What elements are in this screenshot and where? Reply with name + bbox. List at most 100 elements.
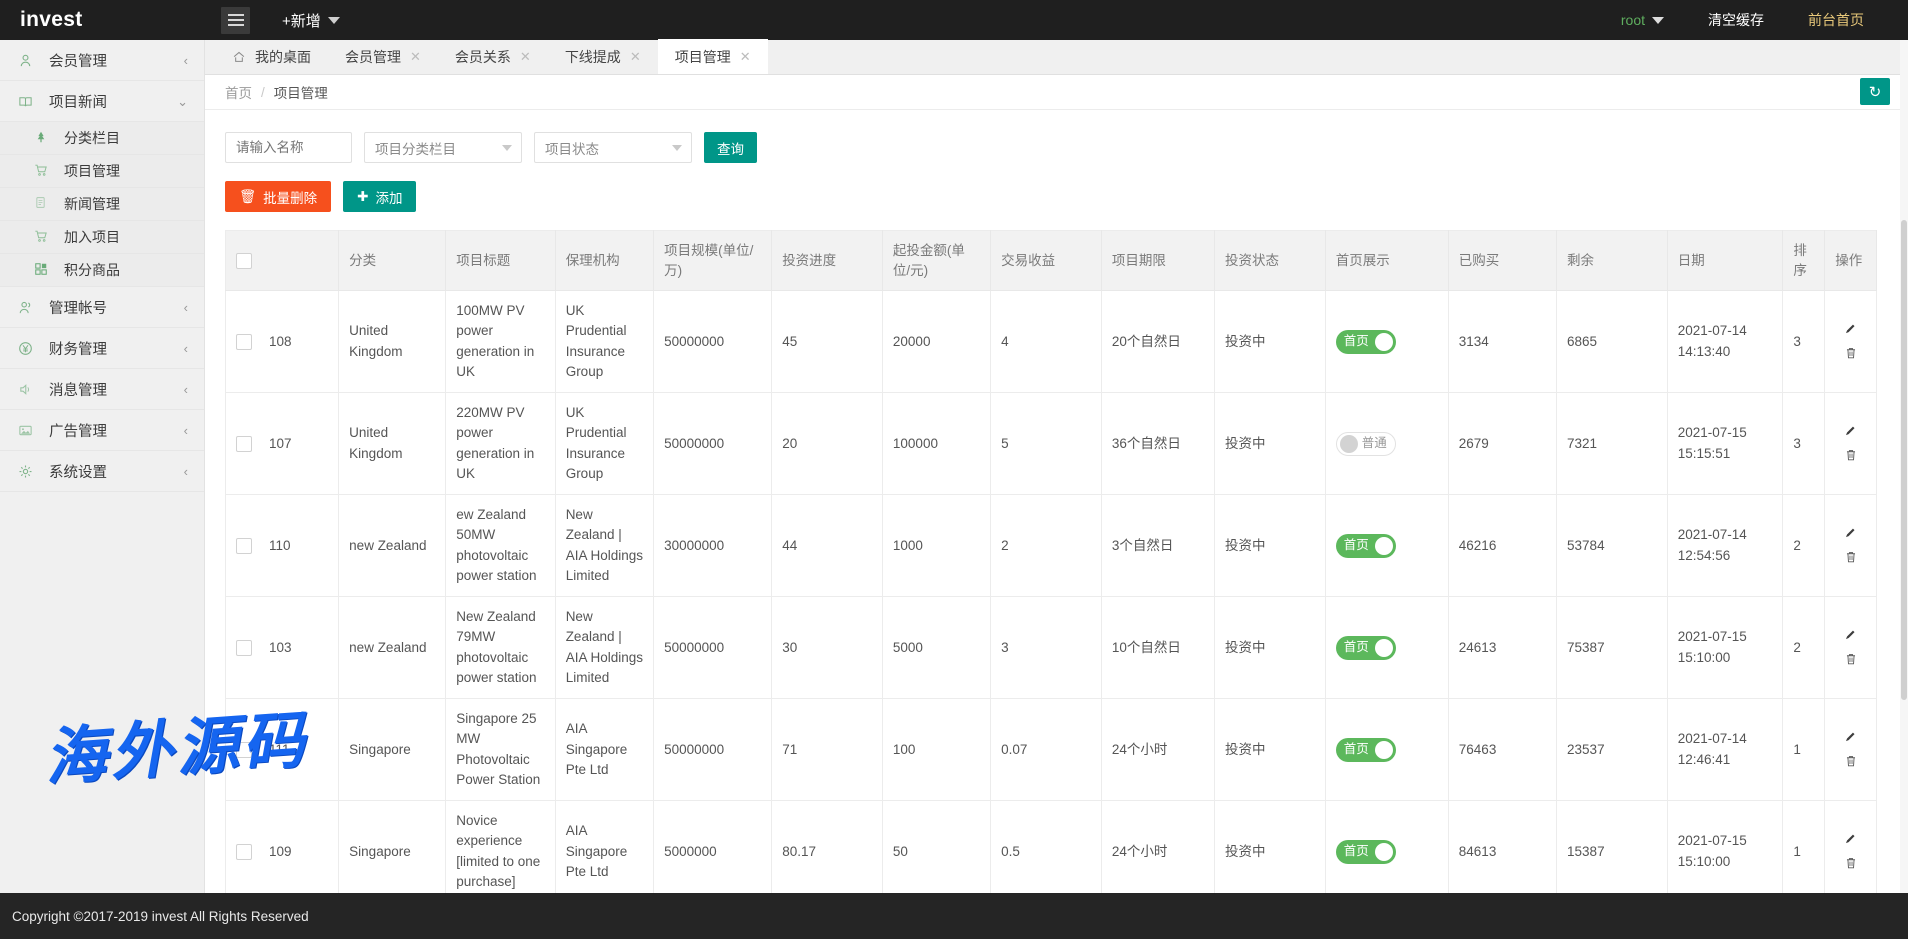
user-icon bbox=[18, 53, 40, 68]
category-select[interactable]: 项目分类栏目 bbox=[364, 132, 522, 163]
trash-icon[interactable] bbox=[1844, 856, 1858, 873]
row-purchased: 84613 bbox=[1448, 801, 1556, 893]
tab-label: 项目管理 bbox=[675, 47, 731, 67]
featured-toggle[interactable]: 首页 bbox=[1336, 534, 1396, 558]
user-menu[interactable]: root bbox=[1599, 12, 1686, 28]
tab-0[interactable]: 我的桌面 bbox=[215, 39, 328, 74]
row-min-amount: 20000 bbox=[882, 291, 990, 393]
sidebar-item-label: 广告管理 bbox=[49, 420, 107, 441]
sidebar-item-0[interactable]: 会员管理‹ bbox=[0, 40, 204, 81]
query-button[interactable]: 查询 bbox=[704, 132, 757, 163]
sidebar-item-label: 加入项目 bbox=[64, 227, 120, 247]
featured-toggle[interactable]: 首页 bbox=[1336, 738, 1396, 762]
close-icon[interactable]: ✕ bbox=[740, 50, 751, 63]
front-home-link[interactable]: 前台首页 bbox=[1786, 10, 1886, 30]
pencil-icon[interactable] bbox=[1843, 525, 1858, 543]
sidebar-item-label: 财务管理 bbox=[49, 338, 107, 359]
row-remaining: 7321 bbox=[1557, 393, 1668, 495]
featured-toggle[interactable]: 首页 bbox=[1336, 636, 1396, 660]
pencil-icon[interactable] bbox=[1843, 627, 1858, 645]
sidebar-item-9[interactable]: 消息管理‹ bbox=[0, 369, 204, 410]
trash-icon[interactable] bbox=[1844, 652, 1858, 669]
row-checkbox[interactable] bbox=[236, 334, 252, 350]
row-sort: 1 bbox=[1783, 699, 1825, 801]
clear-cache-button[interactable]: 清空缓存 bbox=[1686, 10, 1786, 30]
row-title: Novice experience [limited to one purcha… bbox=[446, 801, 555, 893]
close-icon[interactable]: ✕ bbox=[410, 50, 421, 63]
breadcrumb-root[interactable]: 首页 bbox=[225, 82, 252, 102]
tab-4[interactable]: 项目管理 ✕ bbox=[658, 39, 768, 74]
sidebar-item-1[interactable]: 项目新闻⌄ bbox=[0, 81, 204, 122]
pencil-icon[interactable] bbox=[1843, 423, 1858, 441]
table-row: 111SingaporeSingapore 25 MW Photovoltaic… bbox=[226, 699, 1877, 801]
tab-2[interactable]: 会员关系✕ bbox=[438, 39, 548, 74]
column-header-9: 投资状态 bbox=[1215, 231, 1326, 291]
sidebar-item-10[interactable]: 广告管理‹ bbox=[0, 410, 204, 451]
featured-toggle-label: 首页 bbox=[1344, 536, 1369, 555]
sidebar-item-8[interactable]: 财务管理‹ bbox=[0, 328, 204, 369]
batch-delete-button[interactable]: 🗑 批量删除 bbox=[225, 181, 331, 212]
plus-icon: ✚ bbox=[357, 189, 368, 205]
featured-toggle-label: 首页 bbox=[1344, 842, 1369, 861]
featured-toggle[interactable]: 首页 bbox=[1336, 840, 1396, 864]
tree-icon bbox=[34, 130, 54, 147]
row-checkbox[interactable] bbox=[236, 538, 252, 554]
sidebar-item-11[interactable]: 系统设置‹ bbox=[0, 451, 204, 492]
column-header-14: 排序 bbox=[1783, 231, 1825, 291]
sidebar-item-5[interactable]: 加入项目 bbox=[0, 221, 204, 254]
status-select[interactable]: 项目状态 bbox=[534, 132, 692, 163]
row-date: 2021-07-15 15:15:51 bbox=[1667, 393, 1783, 495]
row-scale: 50000000 bbox=[654, 597, 772, 699]
tab-3[interactable]: 下线提成✕ bbox=[548, 39, 658, 74]
add-new-label: +新增 bbox=[282, 10, 321, 31]
select-all-checkbox[interactable] bbox=[236, 253, 252, 269]
sidebar-item-7[interactable]: 管理帐号‹ bbox=[0, 287, 204, 328]
row-progress: 80.17 bbox=[772, 801, 883, 893]
row-progress: 20 bbox=[772, 393, 883, 495]
close-icon[interactable]: ✕ bbox=[520, 50, 531, 63]
row-remaining: 75387 bbox=[1557, 597, 1668, 699]
row-checkbox[interactable] bbox=[236, 640, 252, 656]
pencil-icon[interactable] bbox=[1843, 321, 1858, 339]
gear-icon bbox=[18, 464, 40, 479]
row-purchased: 24613 bbox=[1448, 597, 1556, 699]
row-term: 36个自然日 bbox=[1101, 393, 1214, 495]
search-name-input[interactable] bbox=[225, 132, 352, 163]
row-checkbox[interactable] bbox=[236, 436, 252, 452]
trash-icon[interactable] bbox=[1844, 550, 1858, 567]
close-icon[interactable]: ✕ bbox=[630, 50, 641, 63]
toggle-knob bbox=[1375, 333, 1393, 351]
sidebar-item-6[interactable]: 积分商品 bbox=[0, 254, 204, 287]
sidebar-item-2[interactable]: 分类栏目 bbox=[0, 122, 204, 155]
add-new-button[interactable]: +新增 bbox=[282, 10, 340, 31]
row-min-amount: 5000 bbox=[882, 597, 990, 699]
brand-logo[interactable]: invest bbox=[0, 0, 205, 40]
chevron-left-icon: ‹ bbox=[184, 54, 188, 67]
trash-icon[interactable] bbox=[1844, 346, 1858, 363]
row-operations-cell bbox=[1825, 699, 1877, 801]
page-scrollbar[interactable] bbox=[1900, 40, 1908, 939]
add-label: 添加 bbox=[375, 187, 402, 207]
featured-toggle[interactable]: 首页 bbox=[1336, 330, 1396, 354]
add-button[interactable]: ✚ 添加 bbox=[343, 181, 416, 212]
batch-delete-label: 批量删除 bbox=[263, 187, 317, 207]
trash-icon[interactable] bbox=[1844, 754, 1858, 771]
row-select-cell: 111 bbox=[226, 699, 339, 801]
row-featured-cell: 首页 bbox=[1325, 291, 1448, 393]
refresh-icon[interactable]: ↻ bbox=[1860, 78, 1890, 105]
row-yield: 0.07 bbox=[991, 699, 1102, 801]
pencil-icon[interactable] bbox=[1843, 729, 1858, 747]
featured-toggle[interactable]: 普通 bbox=[1336, 432, 1396, 456]
sidebar-item-3[interactable]: 项目管理 bbox=[0, 155, 204, 188]
row-checkbox[interactable] bbox=[236, 742, 252, 758]
pencil-icon[interactable] bbox=[1843, 831, 1858, 849]
tab-1[interactable]: 会员管理✕ bbox=[328, 39, 438, 74]
chevron-down-icon bbox=[1652, 17, 1664, 24]
hamburger-menu-icon[interactable] bbox=[221, 7, 250, 34]
row-agency: AIA Singapore Pte Ltd bbox=[555, 801, 653, 893]
row-checkbox[interactable] bbox=[236, 844, 252, 860]
footer: Copyright ©2017-2019 invest All Rights R… bbox=[0, 893, 1908, 939]
action-toolbar: 🗑 批量删除 ✚ 添加 bbox=[205, 163, 1908, 212]
trash-icon[interactable] bbox=[1844, 448, 1858, 465]
sidebar-item-4[interactable]: 新闻管理 bbox=[0, 188, 204, 221]
